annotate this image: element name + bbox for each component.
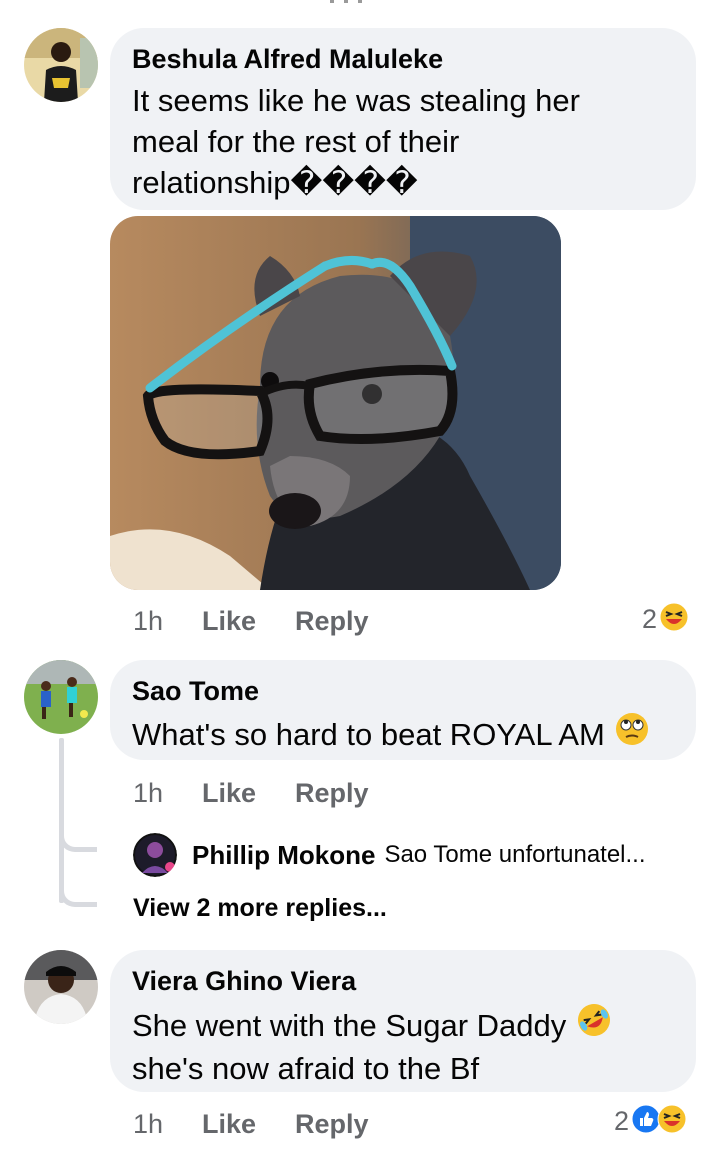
avatar[interactable] xyxy=(24,660,98,734)
reply-preview[interactable]: Phillip Mokone Sao Tome unfortunatel... xyxy=(133,830,646,880)
like-button[interactable]: Like xyxy=(202,778,256,809)
eye-roll-emoji-icon xyxy=(615,712,649,756)
comment-text: She went with the Sugar Daddy she's now … xyxy=(132,1002,612,1089)
comment-text-line: It seems like he was stealing her xyxy=(132,83,580,118)
comment-time[interactable]: 1h xyxy=(133,606,163,637)
comment-text-line: meal for the rest of their xyxy=(132,124,460,159)
laughing-emoji-icon xyxy=(659,602,689,637)
reaction-summary[interactable]: 2 xyxy=(614,1104,687,1138)
view-more-replies-link[interactable]: View 2 more replies... xyxy=(133,894,387,923)
laughing-emoji-icon xyxy=(657,1104,687,1139)
comment-bubble[interactable]: Beshula Alfred Maluleke It seems like he… xyxy=(110,28,696,210)
avatar[interactable] xyxy=(24,950,98,1024)
reply-button[interactable]: Reply xyxy=(295,1109,369,1140)
comment-text-line: relationship���� xyxy=(132,165,418,200)
like-button[interactable]: Like xyxy=(202,606,256,637)
reaction-count: 2 xyxy=(642,603,658,634)
thread-branch xyxy=(59,865,97,907)
reaction-count: 2 xyxy=(614,1105,630,1136)
comment-text-line: What's so hard to beat ROYAL AM xyxy=(132,716,605,752)
reply-preview-text: Sao Tome unfortunatel... xyxy=(384,841,646,868)
scroll-hint xyxy=(330,0,370,6)
comment-bubble[interactable]: Sao Tome What's so hard to beat ROYAL AM xyxy=(110,660,696,760)
thread-branch xyxy=(59,810,97,852)
comment-time[interactable]: 1h xyxy=(133,778,163,809)
comment-text-line: she's now afraid to the Bf xyxy=(132,1051,480,1086)
reply-button[interactable]: Reply xyxy=(295,778,369,809)
comment-author[interactable]: Beshula Alfred Maluleke xyxy=(132,44,443,75)
comment-text: It seems like he was stealing her meal f… xyxy=(132,80,580,203)
comment-time[interactable]: 1h xyxy=(133,1109,163,1140)
comment-text: What's so hard to beat ROYAL AM xyxy=(132,712,649,756)
like-button[interactable]: Like xyxy=(202,1109,256,1140)
comment-text-line: She went with the Sugar Daddy xyxy=(132,1007,567,1043)
comment-author[interactable]: Sao Tome xyxy=(132,676,259,707)
reaction-summary[interactable]: 2 xyxy=(642,602,689,636)
comment-author[interactable]: Viera Ghino Viera xyxy=(132,966,356,997)
comment-bubble[interactable]: Viera Ghino Viera She went with the Suga… xyxy=(110,950,696,1092)
reply-button[interactable]: Reply xyxy=(295,606,369,637)
avatar xyxy=(133,833,177,877)
avatar[interactable] xyxy=(24,28,98,102)
reply-author[interactable]: Phillip Mokone xyxy=(192,840,375,871)
rolling-laughing-emoji-icon xyxy=(576,1002,612,1048)
comment-gif-image[interactable] xyxy=(110,216,561,590)
